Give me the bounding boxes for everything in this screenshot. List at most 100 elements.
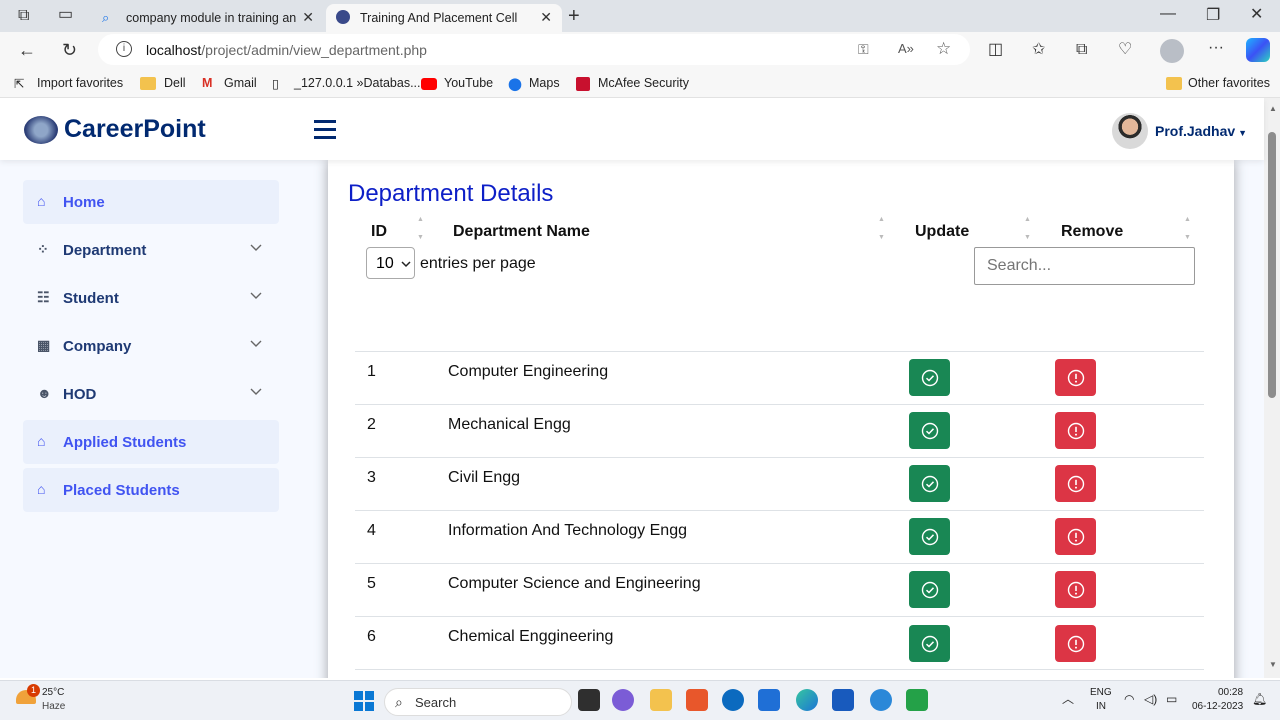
sidebar-item-department[interactable]: ⁘ Department: [23, 228, 279, 272]
sidebar-item-student[interactable]: ☷ Student: [23, 276, 279, 320]
sidebar-item-label: Placed Students: [63, 481, 180, 499]
maximize-icon[interactable]: ❐: [1206, 8, 1220, 24]
store-icon[interactable]: [758, 689, 780, 711]
weather-temp[interactable]: 25°C: [42, 687, 64, 698]
sidebar-item-company[interactable]: ▦ Company: [23, 324, 279, 368]
column-header-update[interactable]: Update: [915, 223, 969, 241]
copilot-icon[interactable]: [1246, 38, 1270, 62]
office-icon[interactable]: [686, 689, 708, 711]
language-indicator[interactable]: ENG: [1090, 687, 1112, 698]
remove-button[interactable]: [1055, 571, 1096, 608]
update-button[interactable]: [909, 518, 950, 555]
new-tab-icon[interactable]: +: [568, 6, 580, 26]
sort-icon[interactable]: ▲ ▼: [878, 215, 885, 242]
sidebar-item-hod[interactable]: ☻ HOD: [23, 372, 279, 416]
favorite-youtube[interactable]: YouTube: [444, 76, 493, 90]
close-tab-icon[interactable]: ✕: [540, 9, 552, 26]
update-button[interactable]: [909, 571, 950, 608]
tab-company-module[interactable]: ⌕ company module in training and ✕: [92, 4, 324, 32]
update-button[interactable]: [909, 359, 950, 396]
favorite-phpmyadmin[interactable]: _127.0.0.1 »Databas...: [294, 76, 420, 90]
update-button[interactable]: [909, 625, 950, 662]
refresh-icon[interactable]: ↻: [62, 41, 77, 59]
file-explorer-icon[interactable]: [650, 689, 672, 711]
user-menu[interactable]: Prof.Jadhav ▼: [1155, 123, 1247, 139]
exclamation-circle-icon: [1067, 369, 1084, 386]
close-window-icon[interactable]: ✕: [1250, 7, 1263, 23]
search-input[interactable]: [974, 247, 1195, 285]
sort-icon[interactable]: ▲ ▼: [417, 215, 424, 242]
caret-down-icon: ▼: [1238, 128, 1248, 138]
scroll-up-icon[interactable]: ▲: [1269, 104, 1277, 113]
favorite-import[interactable]: Import favorites: [37, 76, 123, 90]
remove-button[interactable]: [1055, 518, 1096, 555]
start-icon[interactable]: [354, 691, 374, 711]
remove-button[interactable]: [1055, 412, 1096, 449]
update-button[interactable]: [909, 465, 950, 502]
dell-icon[interactable]: [722, 689, 744, 711]
scrollbar-thumb[interactable]: [1268, 132, 1276, 398]
column-header-department-name[interactable]: Department Name: [453, 223, 590, 241]
clock-time[interactable]: 00:28: [1218, 687, 1243, 698]
key-icon[interactable]: ⚿: [858, 41, 869, 58]
favorite-dell[interactable]: Dell: [164, 76, 186, 90]
battery-icon[interactable]: ▭: [1166, 692, 1177, 706]
brand-name[interactable]: CareerPoint: [64, 115, 206, 144]
sort-icon[interactable]: ▲ ▼: [1024, 215, 1031, 242]
favorite-gmail[interactable]: Gmail: [224, 76, 257, 90]
favorite-maps[interactable]: Maps: [529, 76, 560, 90]
sidebar-item-home[interactable]: ⌂ Home: [23, 180, 279, 224]
remove-button[interactable]: [1055, 625, 1096, 662]
hamburger-menu-icon[interactable]: [314, 120, 336, 139]
bank-icon: ⌂: [37, 433, 46, 449]
search-icon: ⌕: [102, 10, 110, 25]
site-logo-icon: [336, 10, 350, 24]
table-row: 4 Information And Technology Engg: [355, 510, 1204, 563]
update-button[interactable]: [909, 412, 950, 449]
avatar[interactable]: [1112, 113, 1148, 149]
split-screen-icon[interactable]: ◫: [988, 42, 1003, 58]
favorite-star-icon[interactable]: ☆: [936, 39, 951, 59]
sort-icon[interactable]: ▲ ▼: [1184, 215, 1191, 242]
chevron-up-icon[interactable]: ︿: [1062, 690, 1074, 707]
url-field[interactable]: i localhost/project/admin/view_departmen…: [98, 34, 970, 65]
favorite-mcafee[interactable]: McAfee Security: [598, 76, 689, 90]
region-indicator: IN: [1096, 701, 1106, 712]
volume-icon[interactable]: ◁): [1144, 692, 1157, 706]
workspaces-icon[interactable]: ⧉: [18, 8, 29, 24]
app-icon[interactable]: [906, 689, 928, 711]
back-icon[interactable]: ←: [18, 41, 36, 59]
remove-button[interactable]: [1055, 359, 1096, 396]
scroll-down-icon[interactable]: ▼: [1269, 660, 1277, 669]
teams-icon[interactable]: [612, 689, 634, 711]
column-header-id[interactable]: ID: [371, 223, 387, 241]
task-view-icon[interactable]: [578, 689, 600, 711]
close-tab-icon[interactable]: ✕: [302, 9, 314, 26]
more-menu-icon[interactable]: ···: [1208, 40, 1224, 56]
sidebar-item-placed-students[interactable]: ⌂ Placed Students: [23, 468, 279, 512]
taskbar-search[interactable]: ⌕ Search: [384, 688, 572, 716]
minimize-icon[interactable]: —: [1160, 6, 1176, 22]
notification-bell-icon[interactable]: 🔔︎: [1252, 692, 1267, 706]
edge-icon[interactable]: [796, 689, 818, 711]
sidebar-item-label: Applied Students: [63, 433, 187, 451]
exclamation-circle-icon: [1067, 581, 1084, 598]
column-header-remove[interactable]: Remove: [1061, 223, 1123, 241]
collections-icon[interactable]: ⧉: [1076, 42, 1087, 58]
entries-select[interactable]: 10: [366, 247, 415, 279]
page-scrollbar[interactable]: ▲ ▼: [1264, 98, 1280, 678]
tab-training-placement[interactable]: Training And Placement Cell ✕: [326, 4, 562, 32]
wifi-icon[interactable]: ◠: [1124, 692, 1134, 706]
row-id: 6: [367, 628, 376, 645]
favorites-icon[interactable]: ✩: [1032, 42, 1045, 58]
other-favorites[interactable]: Other favorites: [1188, 76, 1270, 90]
profile-icon[interactable]: [1160, 39, 1184, 63]
remove-button[interactable]: [1055, 465, 1096, 502]
onedrive-icon[interactable]: [870, 689, 892, 711]
word-icon[interactable]: [832, 689, 854, 711]
read-aloud-icon[interactable]: A»: [898, 41, 914, 56]
tab-actions-icon[interactable]: ▭: [58, 7, 73, 23]
sidebar-item-applied-students[interactable]: ⌂ Applied Students: [23, 420, 279, 464]
exclamation-circle-icon: [1067, 475, 1084, 492]
browser-essentials-icon[interactable]: ♡: [1118, 42, 1132, 58]
